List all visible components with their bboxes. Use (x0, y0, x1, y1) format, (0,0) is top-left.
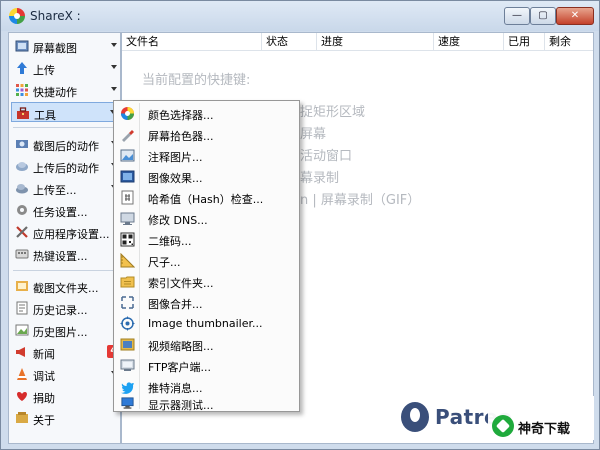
workflows-icon (16, 84, 28, 96)
menu-item-qr-code[interactable]: 二维码... (116, 229, 297, 250)
menu-item-dns-changer[interactable]: 修改 DNS... (116, 208, 297, 229)
window-title: ShareX : (30, 9, 81, 23)
patreon-logo-icon (401, 402, 429, 432)
site-watermark: 神奇下载 (488, 409, 593, 443)
sidebar-item-news[interactable]: 新闻 4 (11, 342, 120, 362)
hotkey-line: 屏幕 (300, 127, 327, 142)
image-thumbnailer-icon (120, 316, 135, 331)
qr-code-icon (120, 232, 135, 247)
donate-icon (17, 392, 27, 401)
sidebar-divider (13, 127, 117, 128)
sidebar-item-capture[interactable]: 屏幕截图 (11, 36, 119, 56)
sidebar-item-history[interactable]: 历史记录... (11, 298, 119, 318)
screen-color-picker-icon (122, 130, 134, 142)
sharex-logo-icon (9, 8, 25, 24)
sidebar-item-workflows[interactable]: 快捷动作 (11, 80, 119, 100)
sidebar-item-destinations[interactable]: 上传至... (11, 178, 119, 198)
title-bar: ShareX : — ▢ ✕ (1, 1, 599, 31)
minimize-button[interactable]: — (504, 7, 530, 25)
hotkeys-heading: 当前配置的快捷键: (142, 73, 251, 88)
about-icon (16, 412, 28, 423)
image-history-icon (15, 324, 29, 336)
menu-item-ftp-client[interactable]: FTP客户端... (116, 355, 297, 376)
hash-check-icon (121, 190, 134, 205)
index-folder-icon (120, 276, 135, 288)
sidebar-item-task-settings[interactable]: 任务设置... (11, 200, 119, 220)
menu-item-hash-check[interactable]: 哈希值（Hash）检查... (116, 187, 297, 208)
upload-icon (17, 62, 27, 74)
image-effects-icon (120, 170, 135, 183)
sidebar-item-debug[interactable]: 调试 (11, 364, 119, 384)
menu-item-image-effects[interactable]: 图像效果... (116, 166, 297, 187)
menu-item-video-thumbnailer[interactable]: 视频缩略图... (116, 334, 297, 355)
task-settings-icon (17, 205, 27, 215)
tools-dropdown-menu: 颜色选择器... 屏幕拾色器... 注释图片... 图像效果... 哈希值（Ha… (113, 100, 300, 412)
color-picker-icon (121, 107, 134, 120)
column-header-progress[interactable]: 进度 (317, 33, 434, 51)
ruler-icon (120, 253, 135, 268)
image-editor-icon (120, 149, 135, 162)
column-header-speed[interactable]: 速度 (434, 33, 504, 51)
watermark-logo-icon (492, 415, 514, 437)
chevron-down-icon (111, 43, 117, 47)
hotkey-line: 捉矩形区域 (300, 105, 366, 120)
sidebar-item-image-history[interactable]: 历史图片... (11, 320, 119, 340)
sidebar-item-screenshots-folder[interactable]: 截图文件夹... (11, 276, 119, 296)
menu-item-image-thumbnailer[interactable]: Image thumbnailer... (116, 313, 297, 334)
sidebar-item-about[interactable]: 关于 (11, 408, 119, 428)
menu-item-image-editor[interactable]: 注释图片... (116, 145, 297, 166)
after-capture-icon (16, 140, 28, 148)
sidebar-item-upload[interactable]: 上传 (11, 58, 119, 78)
after-upload-icon (16, 162, 28, 171)
sidebar-divider (13, 270, 117, 271)
debug-icon (17, 368, 27, 380)
hotkey-line: 活动窗口 (300, 149, 353, 164)
sidebar-item-after-upload[interactable]: 上传后的动作 (11, 156, 119, 176)
ftp-client-icon (120, 359, 135, 371)
menu-item-index-folder[interactable]: 索引文件夹... (116, 271, 297, 292)
video-thumbnailer-icon (120, 338, 135, 351)
tweet-icon (121, 382, 134, 394)
monitor-test-icon (121, 397, 134, 409)
image-combiner-icon (121, 296, 134, 309)
watermark-text: 神奇下载 (518, 422, 571, 437)
sidebar-item-app-settings[interactable]: 应用程序设置... (11, 222, 119, 242)
capture-icon (15, 40, 29, 52)
menu-item-tweet[interactable]: 推特消息... (116, 376, 297, 397)
dns-changer-icon (120, 212, 135, 225)
column-header-filename[interactable]: 文件名 (122, 33, 262, 51)
sidebar-item-donate[interactable]: 捐助 (11, 386, 119, 406)
history-icon (16, 301, 28, 315)
menu-item-image-combiner[interactable]: 图像合并... (116, 292, 297, 313)
chevron-down-icon (111, 65, 117, 69)
main-sidebar: 屏幕截图 上传 快捷动作 工具 截图后的动作 上传后的动作 上传至... 任务设… (8, 32, 121, 444)
column-header-remaining[interactable]: 剩余 (545, 33, 593, 51)
hotkey-line: n | 屏幕录制（GIF） (300, 193, 421, 208)
sharex-window: ShareX : — ▢ ✕ 屏幕截图 上传 快捷动作 工具 截图后的动作 上传 (0, 0, 600, 450)
app-settings-icon (16, 226, 28, 238)
hotkey-settings-icon (15, 249, 29, 259)
menu-item-ruler[interactable]: 尺子... (116, 250, 297, 271)
menu-item-monitor-test[interactable]: 显示器测试... (116, 397, 297, 412)
close-button[interactable]: ✕ (556, 7, 594, 25)
column-header-elapsed[interactable]: 已用 (504, 33, 545, 51)
chevron-down-icon (111, 87, 117, 91)
menu-item-color-picker[interactable]: 颜色选择器... (116, 103, 297, 124)
maximize-button[interactable]: ▢ (530, 7, 556, 25)
sidebar-item-after-capture[interactable]: 截图后的动作 (11, 134, 119, 154)
toolbox-icon (17, 107, 29, 119)
column-header-status[interactable]: 状态 (262, 33, 317, 51)
hotkey-line: 幕录制 (300, 171, 340, 186)
news-icon (16, 347, 25, 357)
screenshots-folder-icon (16, 281, 28, 291)
sidebar-item-tools[interactable]: 工具 (11, 102, 119, 122)
destinations-icon (16, 184, 28, 194)
sidebar-item-hotkey-settings[interactable]: 热键设置... (11, 244, 119, 264)
menu-item-screen-color-picker[interactable]: 屏幕拾色器... (116, 124, 297, 145)
